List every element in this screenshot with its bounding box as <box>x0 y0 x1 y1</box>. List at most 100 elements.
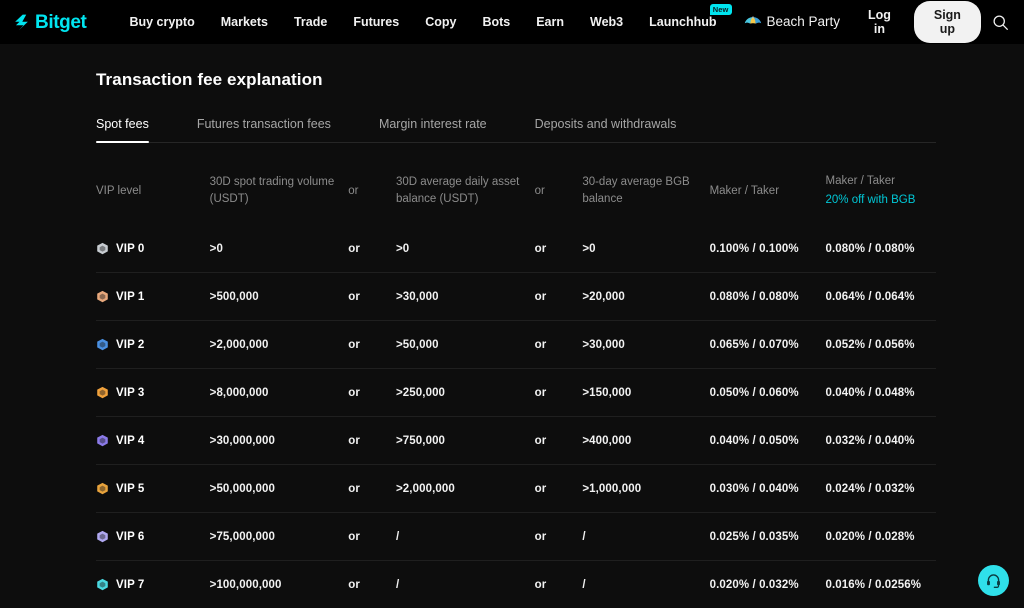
nav-label: Copy <box>425 15 457 29</box>
vip-level-cell: VIP 0 <box>96 242 210 255</box>
new-badge: New <box>709 4 732 15</box>
nav-label: Beach Party <box>766 14 841 29</box>
tab-label: Deposits and withdrawals <box>534 117 677 131</box>
cell-balance: >30,000 <box>395 272 535 321</box>
login-button[interactable]: Log in <box>853 2 906 42</box>
beach-umbrella-icon <box>744 16 761 24</box>
menu-button[interactable] <box>1020 7 1024 37</box>
cell-maker-taker-bgb: 0.024% / 0.032% <box>825 464 936 513</box>
cell-maker-taker-bgb: 0.016% / 0.0256% <box>825 560 936 608</box>
vip-badge-icon <box>97 578 108 591</box>
cell-bgb-balance: / <box>582 560 710 608</box>
table-row[interactable]: VIP 2 >2,000,000 or >50,000 or >30,000 0… <box>96 320 936 369</box>
cell-volume: >500,000 <box>209 272 349 321</box>
nav-item-beach-party[interactable]: Beach Party <box>730 0 854 44</box>
nav-label: Trade <box>293 15 328 29</box>
vip-level-label: VIP 6 <box>116 530 145 543</box>
vip-badge-icon <box>97 434 108 447</box>
cell-or-1: or <box>348 512 396 561</box>
cell-or-1: or <box>348 272 396 321</box>
vip-badge-icon <box>97 242 108 255</box>
nav-item-web3[interactable]: Web3 <box>577 0 636 44</box>
cell-or-2: or <box>534 416 583 465</box>
header-vip-level: VIP level <box>96 184 142 197</box>
tab-deposits-and-withdrawals[interactable]: Deposits and withdrawals <box>535 117 677 142</box>
vip-level-cell: VIP 5 <box>96 482 210 495</box>
vip-level-cell: VIP 2 <box>96 338 210 351</box>
cell-or-1: or <box>348 320 396 369</box>
headset-support-icon <box>987 574 1000 588</box>
table-row[interactable]: VIP 3 >8,000,000 or >250,000 or >150,000… <box>96 368 936 417</box>
cell-maker-taker-bgb: 0.040% / 0.048% <box>825 368 936 417</box>
tab-margin-interest-rate[interactable]: Margin interest rate <box>379 117 487 142</box>
table-row[interactable]: VIP 7 >100,000,000 or / or / 0.020% / 0.… <box>96 560 936 608</box>
nav-item-earn[interactable]: Earn <box>523 0 577 44</box>
cell-bgb-balance: >150,000 <box>582 368 710 417</box>
header-30-day-average-bgb-balance: 30-day average BGB balance <box>582 176 690 205</box>
tab-label: Futures transaction fees <box>196 117 331 131</box>
vip-level-cell: VIP 7 <box>96 578 210 591</box>
cell-or-1: or <box>348 416 396 465</box>
vip-level-label: VIP 4 <box>116 434 145 447</box>
nav-item-markets[interactable]: Markets <box>208 0 281 44</box>
nav-item-trade[interactable]: Trade <box>281 0 340 44</box>
content-container: Transaction fee explanation Spot fees Fu… <box>0 44 1024 608</box>
cell-maker-taker-bgb: 0.020% / 0.028% <box>825 512 936 561</box>
tab-spot-fees[interactable]: Spot fees <box>96 117 149 143</box>
cell-vip: VIP 4 <box>96 416 210 465</box>
cell-vip: VIP 1 <box>96 272 210 321</box>
cell-balance: / <box>395 512 535 561</box>
vip-level-label: VIP 3 <box>116 386 145 399</box>
nav-label: Buy crypto <box>129 15 195 29</box>
fee-table-scroll-area[interactable]: VIP level 30D spot trading volume (USDT)… <box>96 159 936 608</box>
table-header-row: VIP level 30D spot trading volume (USDT)… <box>96 159 936 225</box>
bitget-logo-text: Bitget <box>35 11 87 33</box>
cell-volume: >75,000,000 <box>209 512 349 561</box>
header-maker-taker-bgb-main: Maker / Taker <box>825 175 895 187</box>
tab-label: Margin interest rate <box>378 117 487 131</box>
header-maker-taker-bgb: Maker / Taker 20% off with BGB <box>825 159 936 225</box>
table-row[interactable]: VIP 6 >75,000,000 or / or / 0.025% / 0.0… <box>96 512 936 561</box>
table-row[interactable]: VIP 4 >30,000,000 or >750,000 or >400,00… <box>96 416 936 465</box>
vip-level-cell: VIP 4 <box>96 434 210 447</box>
cell-or-2: or <box>534 560 583 608</box>
cell-balance: / <box>395 560 535 608</box>
cell-or-1: or <box>348 242 360 255</box>
nav-item-buy-crypto[interactable]: Buy crypto <box>116 0 207 44</box>
vip-badge-icon <box>97 482 108 495</box>
bitget-logo-icon <box>15 14 28 30</box>
bgb-discount-label: 20% off with BGB <box>825 194 916 206</box>
nav-item-copy[interactable]: Copy <box>412 0 469 44</box>
cell-maker-taker-bgb: 0.064% / 0.064% <box>825 272 936 321</box>
cell-maker-taker-bgb: 0.080% / 0.080% <box>825 242 915 255</box>
search-button[interactable] <box>989 7 1012 37</box>
support-chat-button[interactable] <box>978 565 1009 596</box>
table-row[interactable]: VIP 1 >500,000 or >30,000 or >20,000 0.0… <box>96 272 936 321</box>
nav-label: Launchhub <box>649 15 717 29</box>
table-header: VIP level 30D spot trading volume (USDT)… <box>96 159 936 225</box>
table-row[interactable]: VIP 0 >0 or >0 or >0 0.100% / 0.100% 0.0… <box>96 225 936 273</box>
cell-maker-taker: 0.025% / 0.035% <box>709 512 826 561</box>
nav-label: Bots <box>482 15 511 29</box>
nav-item-bots[interactable]: Bots <box>469 0 523 44</box>
nav-item-futures[interactable]: Futures <box>340 0 412 44</box>
cell-balance: >0 <box>395 242 410 255</box>
cell-maker-taker: 0.100% / 0.100% <box>709 242 799 255</box>
vip-level-label: VIP 0 <box>116 242 145 255</box>
cell-or-1: or <box>348 464 396 513</box>
nav-label: Markets <box>220 15 268 29</box>
cell-bgb-balance: >400,000 <box>582 416 710 465</box>
signup-button[interactable]: Sign up <box>913 1 981 43</box>
tab-futures-transaction-fees[interactable]: Futures transaction fees <box>197 117 331 142</box>
table-row[interactable]: VIP 5 >50,000,000 or >2,000,000 or >1,00… <box>96 464 936 513</box>
cell-or-2: or <box>534 512 583 561</box>
bitget-logo[interactable]: Bitget <box>12 11 87 33</box>
cell-bgb-balance: / <box>582 512 710 561</box>
cell-vip: VIP 2 <box>96 320 210 369</box>
vip-level-cell: VIP 1 <box>96 290 210 303</box>
header-or-1: or <box>348 184 359 197</box>
cell-or-1: or <box>348 560 396 608</box>
nav-item-launchhub[interactable]: Launchhub New <box>636 0 732 44</box>
cell-maker-taker: 0.020% / 0.032% <box>709 560 826 608</box>
cell-bgb-balance: >20,000 <box>582 272 710 321</box>
